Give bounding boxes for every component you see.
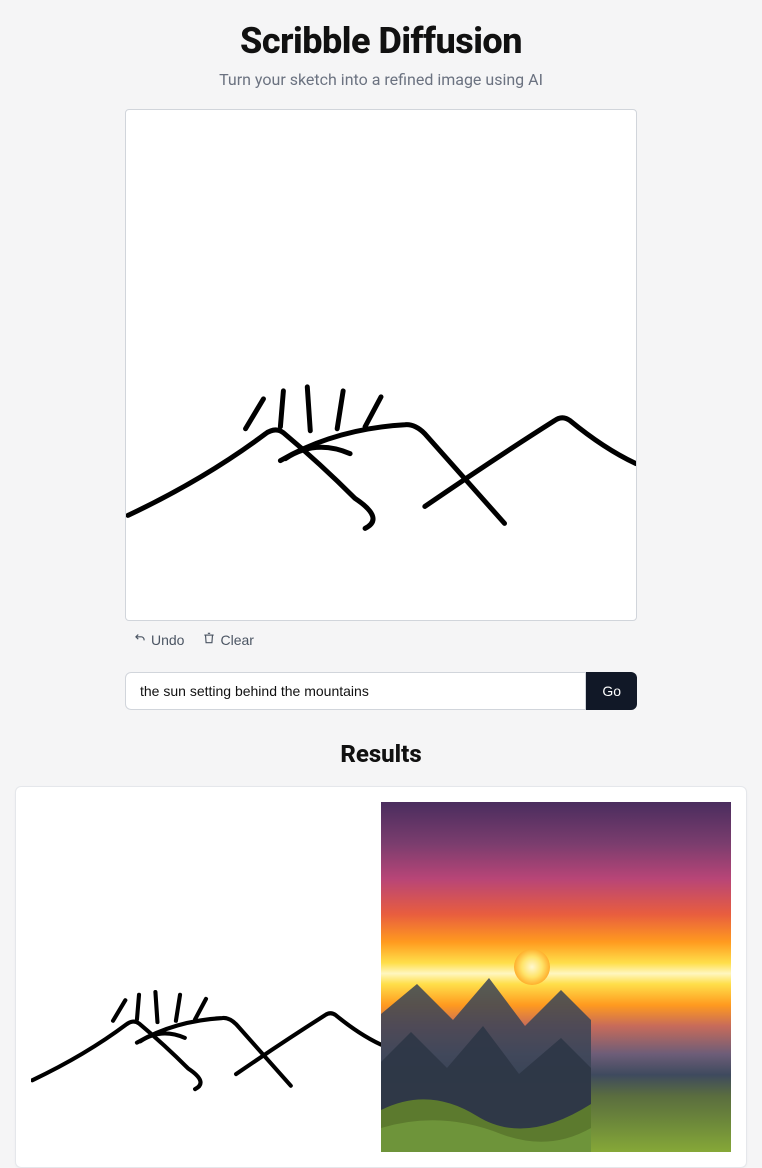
- trash-icon: [202, 631, 216, 648]
- clear-label: Clear: [220, 632, 253, 648]
- undo-label: Undo: [151, 632, 184, 648]
- page-title: Scribble Diffusion: [125, 20, 637, 62]
- result-card: [15, 786, 747, 1168]
- prompt-input[interactable]: [125, 672, 586, 710]
- result-sketch: [31, 802, 381, 1152]
- result-generated-image: [381, 802, 731, 1152]
- page-subtitle: Turn your sketch into a refined image us…: [125, 70, 637, 89]
- undo-button[interactable]: Undo: [133, 631, 184, 648]
- sketch-canvas[interactable]: [125, 109, 637, 621]
- results-heading: Results: [0, 740, 762, 768]
- clear-button[interactable]: Clear: [202, 631, 253, 648]
- sketch-drawing: [126, 110, 636, 620]
- undo-icon: [133, 631, 147, 648]
- go-button[interactable]: Go: [586, 672, 637, 710]
